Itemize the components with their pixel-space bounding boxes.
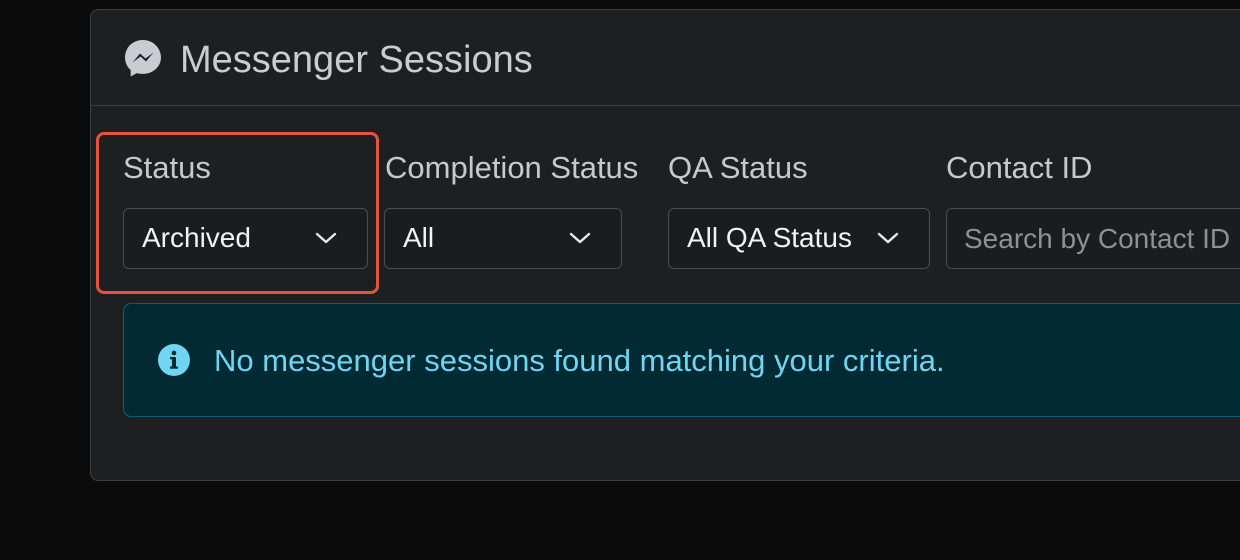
chevron-down-icon [315,232,337,244]
info-icon [158,344,190,376]
chevron-down-icon [877,232,899,244]
page-title: Messenger Sessions [180,39,533,81]
completion-status-label: Completion Status [385,150,639,185]
status-select-value: Archived [142,222,251,253]
status-select[interactable]: Archived [123,208,368,269]
status-label: Status [123,150,211,185]
no-results-alert: No messenger sessions found matching you… [123,303,1240,417]
alert-message: No messenger sessions found matching you… [214,343,945,378]
qa-status-select[interactable]: All QA Status [668,208,930,269]
card-header: Messenger Sessions [91,10,1240,106]
contact-id-search-input[interactable] [946,208,1240,269]
qa-status-label: QA Status [668,150,808,185]
qa-status-select-value: All QA Status [687,222,852,253]
contact-id-label: Contact ID [946,150,1093,185]
completion-status-select[interactable]: All [384,208,622,269]
messenger-icon [125,40,161,77]
chevron-down-icon [569,232,591,244]
completion-status-select-value: All [403,222,435,253]
